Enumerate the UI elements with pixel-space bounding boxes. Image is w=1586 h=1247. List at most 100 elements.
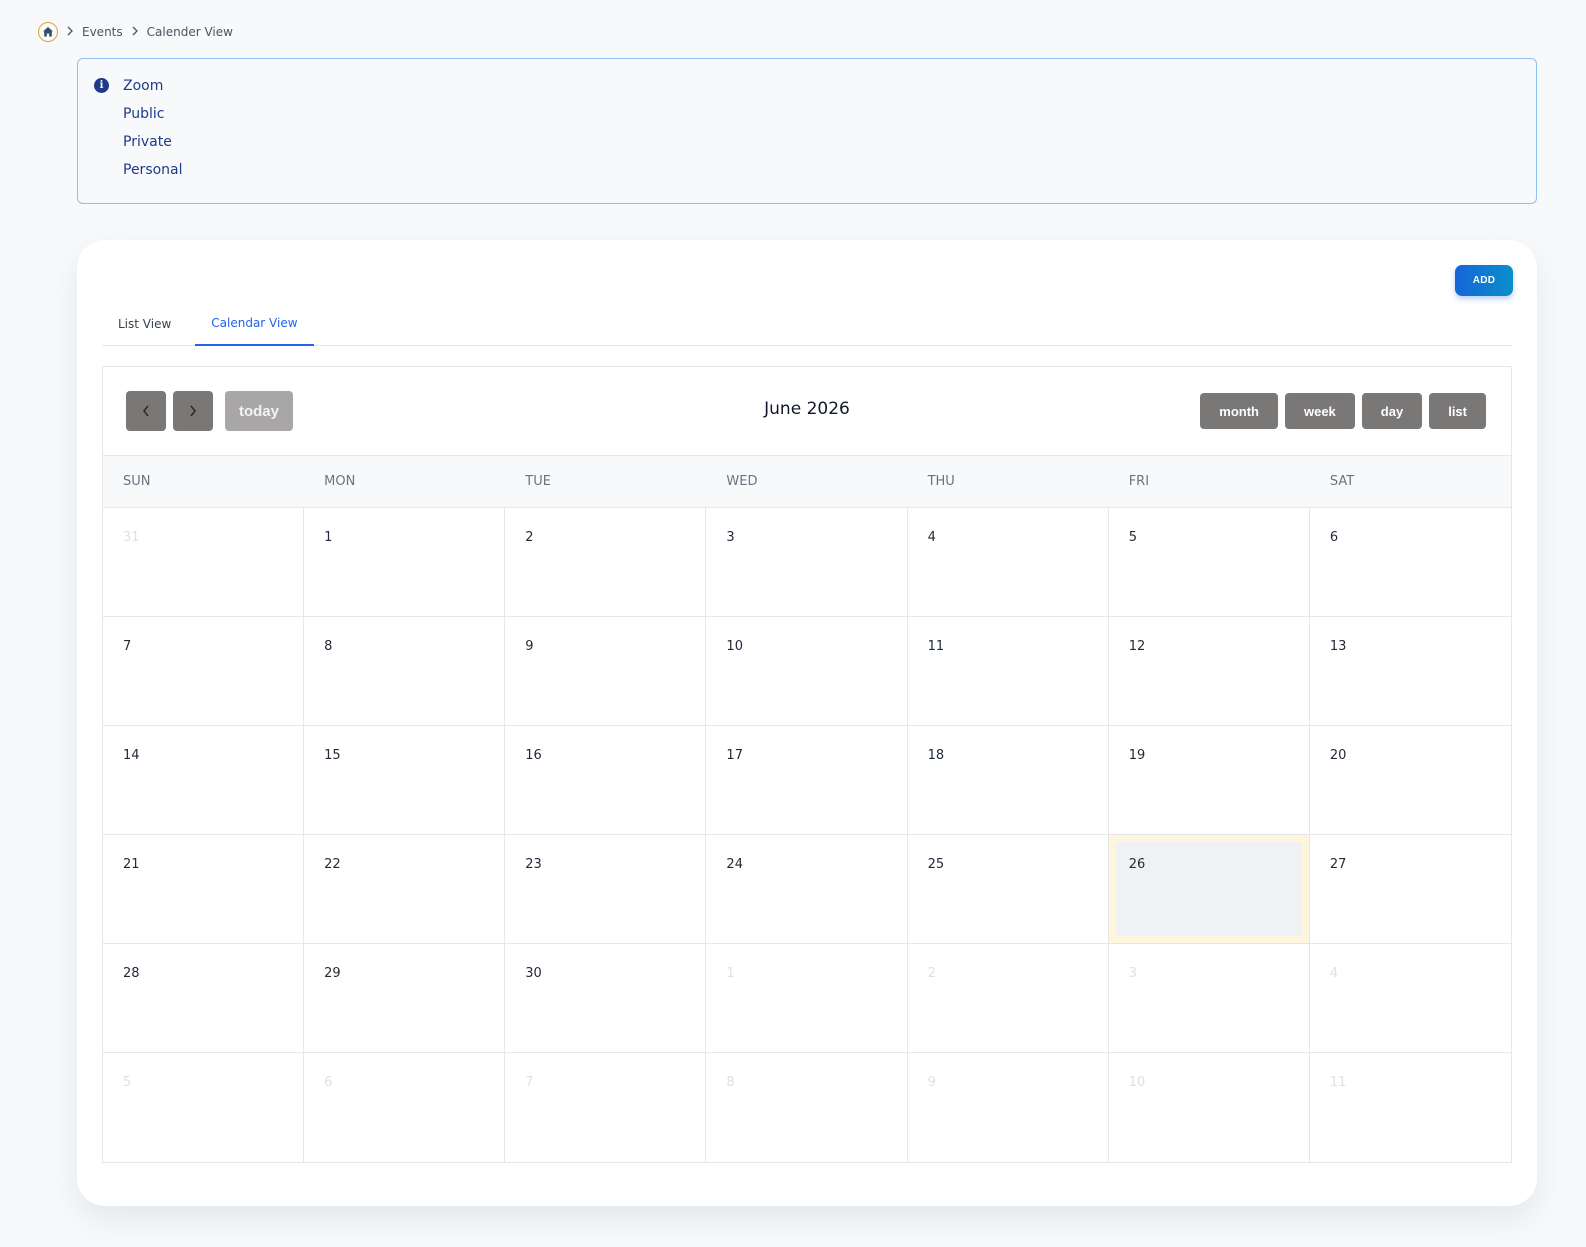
- calendar-day[interactable]: 25: [907, 835, 1109, 944]
- weekday-wed: WED: [726, 474, 758, 489]
- calendar-day[interactable]: 3: [706, 508, 908, 617]
- calendar-day[interactable]: 14: [103, 726, 305, 835]
- calendar-day[interactable]: 11: [1310, 1053, 1511, 1162]
- chevron-right-icon: [66, 26, 74, 39]
- day-number: 8: [726, 1075, 735, 1090]
- day-number: 12: [1128, 639, 1146, 654]
- calendar-day[interactable]: 15: [304, 726, 506, 835]
- calendar-day-grid: 31 1 2 3 4 5 6 7 8 9 10 11 12 13 14 15 16 17 18 19 20 21 22 23 2…: [103, 508, 1511, 1162]
- day-number: 15: [324, 748, 341, 763]
- calendar-day[interactable]: 5: [103, 1053, 305, 1162]
- calendar-day[interactable]: 21: [103, 835, 305, 944]
- weekday-thu: THU: [927, 474, 955, 489]
- day-number: 30: [525, 966, 542, 981]
- calendar-day[interactable]: 24: [706, 835, 908, 944]
- day-number: 13: [1329, 639, 1347, 654]
- calendar-day[interactable]: 8: [706, 1053, 908, 1162]
- calendar-day[interactable]: 8: [304, 617, 506, 726]
- breadcrumb-events[interactable]: Events: [82, 25, 123, 39]
- day-number: 6: [324, 1075, 333, 1090]
- events-card: ADD List View Calendar View today June 2…: [77, 240, 1537, 1206]
- info-item-private: Private: [123, 134, 172, 150]
- day-number: 14: [123, 748, 140, 763]
- calendar-day[interactable]: 6: [1309, 508, 1511, 617]
- calendar-day[interactable]: 7: [505, 1053, 707, 1162]
- calendar-day[interactable]: 1: [304, 508, 506, 617]
- calendar-day[interactable]: 18: [907, 726, 1109, 835]
- calendar-day[interactable]: 10: [1109, 1053, 1310, 1162]
- calendar-day[interactable]: 5: [1108, 508, 1310, 617]
- calendar-day[interactable]: 29: [304, 944, 506, 1053]
- calendar-day[interactable]: 28: [103, 944, 305, 1053]
- day-number: 1: [726, 966, 735, 981]
- info-item-zoom: Zoom: [123, 78, 164, 94]
- day-number: 16: [525, 748, 542, 763]
- tab-calendar-view[interactable]: Calendar View: [195, 302, 314, 346]
- weekday-mon: MON: [324, 474, 356, 489]
- day-number: 5: [123, 1075, 132, 1090]
- calendar-day[interactable]: 3: [1108, 944, 1310, 1053]
- day-number: 29: [324, 966, 341, 981]
- add-button[interactable]: ADD: [1455, 265, 1513, 296]
- home-icon[interactable]: [38, 22, 58, 42]
- calendar-day[interactable]: 10: [706, 617, 908, 726]
- calendar-day[interactable]: 30: [505, 944, 707, 1053]
- calendar-day[interactable]: 1: [706, 944, 908, 1053]
- day-number: 7: [525, 1075, 534, 1090]
- calendar-toolbar: today June 2026 month week day list: [103, 367, 1511, 455]
- view-month-button[interactable]: month: [1200, 393, 1278, 429]
- calendar-day[interactable]: 20: [1309, 726, 1511, 835]
- day-number: 11: [927, 639, 945, 654]
- info-icon: i: [94, 78, 109, 93]
- calendar-day-today[interactable]: 26: [1108, 835, 1310, 944]
- day-number: 1: [324, 530, 333, 545]
- calendar-day[interactable]: 6: [304, 1053, 506, 1162]
- day-number: 2: [525, 530, 534, 545]
- day-number: 31: [123, 530, 140, 545]
- weekday-sat: SAT: [1329, 474, 1355, 489]
- day-number: 17: [726, 748, 743, 763]
- day-number: 26: [1128, 857, 1146, 872]
- day-number: 19: [1128, 748, 1146, 763]
- calendar: today June 2026 month week day list SUN …: [102, 366, 1512, 1163]
- day-number: 10: [726, 639, 743, 654]
- calendar-day[interactable]: 11: [907, 617, 1109, 726]
- day-number: 4: [927, 530, 936, 545]
- info-item-public: Public: [123, 106, 165, 122]
- day-number: 24: [726, 857, 743, 872]
- day-number: 11: [1329, 1075, 1347, 1090]
- day-number: 5: [1128, 530, 1137, 545]
- calendar-day[interactable]: 23: [505, 835, 707, 944]
- view-tabs: List View Calendar View: [102, 302, 1512, 346]
- calendar-day[interactable]: 2: [505, 508, 707, 617]
- breadcrumb: Events Calender View: [38, 21, 233, 43]
- view-list-button[interactable]: list: [1429, 393, 1486, 429]
- calendar-day[interactable]: 2: [907, 944, 1109, 1053]
- view-day-button[interactable]: day: [1361, 393, 1423, 429]
- tab-list-view[interactable]: List View: [102, 302, 187, 346]
- day-number: 20: [1329, 748, 1347, 763]
- calendar-day[interactable]: 22: [304, 835, 506, 944]
- calendar-day[interactable]: 31: [103, 508, 305, 617]
- day-number: 23: [525, 857, 542, 872]
- calendar-day[interactable]: 4: [1309, 944, 1511, 1053]
- calendar-day[interactable]: 7: [103, 617, 305, 726]
- calendar-day[interactable]: 12: [1108, 617, 1310, 726]
- calendar-day[interactable]: 17: [706, 726, 908, 835]
- calendar-day[interactable]: 27: [1309, 835, 1511, 944]
- calendar-day[interactable]: 16: [505, 726, 707, 835]
- day-number: 9: [525, 639, 534, 654]
- calendar-day[interactable]: 19: [1108, 726, 1310, 835]
- breadcrumb-current: Calender View: [146, 25, 233, 39]
- calendar-day[interactable]: 9: [505, 617, 707, 726]
- weekday-tue: TUE: [525, 474, 551, 489]
- day-number: 4: [1329, 966, 1339, 981]
- event-type-info-box: i Zoom Public Private Personal: [77, 58, 1537, 204]
- view-week-button[interactable]: week: [1284, 393, 1355, 429]
- day-number: 22: [324, 857, 341, 872]
- calendar-day[interactable]: 13: [1309, 617, 1511, 726]
- calendar-day[interactable]: 9: [908, 1053, 1109, 1162]
- weekday-fri: FRI: [1128, 474, 1150, 489]
- calendar-day[interactable]: 4: [907, 508, 1109, 617]
- day-number: 9: [927, 1075, 936, 1090]
